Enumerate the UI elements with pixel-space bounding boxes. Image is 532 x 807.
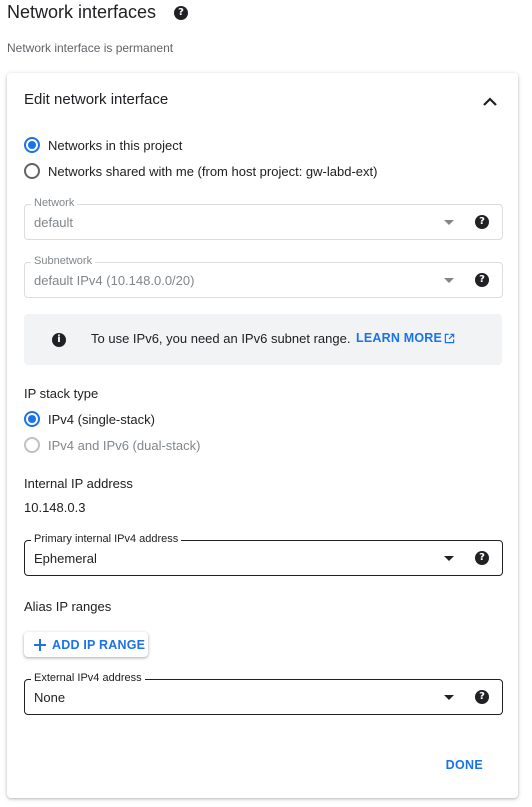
dropdown-arrow-icon[interactable] (444, 278, 454, 283)
plus-icon (34, 638, 46, 651)
radio-networks-in-project[interactable]: Networks in this project (24, 137, 182, 153)
help-icon[interactable]: ? (475, 273, 489, 287)
external-ipv4-select[interactable]: External IPv4 address None ? (24, 672, 503, 715)
ipv6-info-banner: i To use IPv6, you need an IPv6 subnet r… (24, 314, 502, 365)
card-title: Edit network interface (24, 91, 169, 108)
chevron-up-icon[interactable] (482, 94, 498, 110)
radio-label: IPv4 and IPv6 (dual-stack) (48, 437, 201, 453)
help-icon[interactable]: ? (174, 6, 188, 20)
dropdown-arrow-icon[interactable] (444, 556, 454, 561)
info-icon: i (52, 333, 66, 347)
done-button[interactable]: DONE (446, 758, 483, 772)
external-ipv4-label: External IPv4 address (31, 672, 145, 684)
radio-label: Networks in this project (48, 137, 183, 153)
primary-internal-ipv4-value: Ephemeral (34, 551, 97, 566)
help-icon[interactable]: ? (475, 551, 489, 565)
primary-internal-ipv4-select[interactable]: Primary internal IPv4 address Ephemeral … (24, 533, 503, 576)
edit-network-interface-card: Edit network interface Networks in this … (7, 73, 518, 798)
radio-button-checked[interactable] (24, 137, 40, 153)
radio-button-checked[interactable] (24, 411, 40, 427)
add-ip-range-button[interactable]: ADD IP RANGE (24, 632, 148, 657)
external-link-icon (444, 333, 455, 343)
dropdown-arrow-icon[interactable] (444, 220, 454, 225)
help-icon[interactable]: ? (475, 690, 489, 704)
network-label: Network (31, 197, 78, 209)
internal-ip-label: Internal IP address (24, 476, 133, 491)
network-value: default (34, 215, 74, 230)
external-ipv4-value: None (34, 690, 66, 705)
ip-stack-type-label: IP stack type (24, 386, 99, 401)
radio-label: IPv4 (single-stack) (48, 411, 155, 427)
radio-ipv4-single-stack[interactable]: IPv4 (single-stack) (24, 411, 155, 427)
radio-ipv4-ipv6-dual-stack: IPv4 and IPv6 (dual-stack) (24, 437, 200, 453)
network-select[interactable]: Network default ? (24, 197, 503, 240)
alias-ip-ranges-label: Alias IP ranges (24, 599, 112, 614)
add-ip-range-label: ADD IP RANGE (52, 637, 146, 652)
subnetwork-label: Subnetwork (31, 255, 96, 267)
subnetwork-value: default IPv4 (10.148.0.0/20) (34, 273, 195, 288)
radio-button[interactable] (24, 163, 40, 179)
primary-internal-ipv4-label: Primary internal IPv4 address (31, 533, 182, 545)
radio-networks-shared[interactable]: Networks shared with me (from host proje… (24, 163, 377, 179)
banner-text: To use IPv6, you need an IPv6 subnet ran… (91, 331, 351, 346)
radio-button-disabled (24, 437, 40, 453)
internal-ip-value: 10.148.0.3 (24, 500, 86, 515)
page-title: Network interfaces (7, 2, 156, 23)
dropdown-arrow-icon[interactable] (444, 695, 454, 700)
learn-more-label: LEARN MORE (356, 331, 443, 345)
help-icon[interactable]: ? (475, 215, 489, 229)
subnetwork-select[interactable]: Subnetwork default IPv4 (10.148.0.0/20) … (24, 255, 503, 298)
page-subtitle: Network interface is permanent (7, 41, 174, 55)
radio-label: Networks shared with me (from host proje… (48, 163, 378, 179)
page-title-text: Network interfaces (7, 2, 157, 22)
learn-more-link[interactable]: LEARN MORE (356, 331, 455, 345)
